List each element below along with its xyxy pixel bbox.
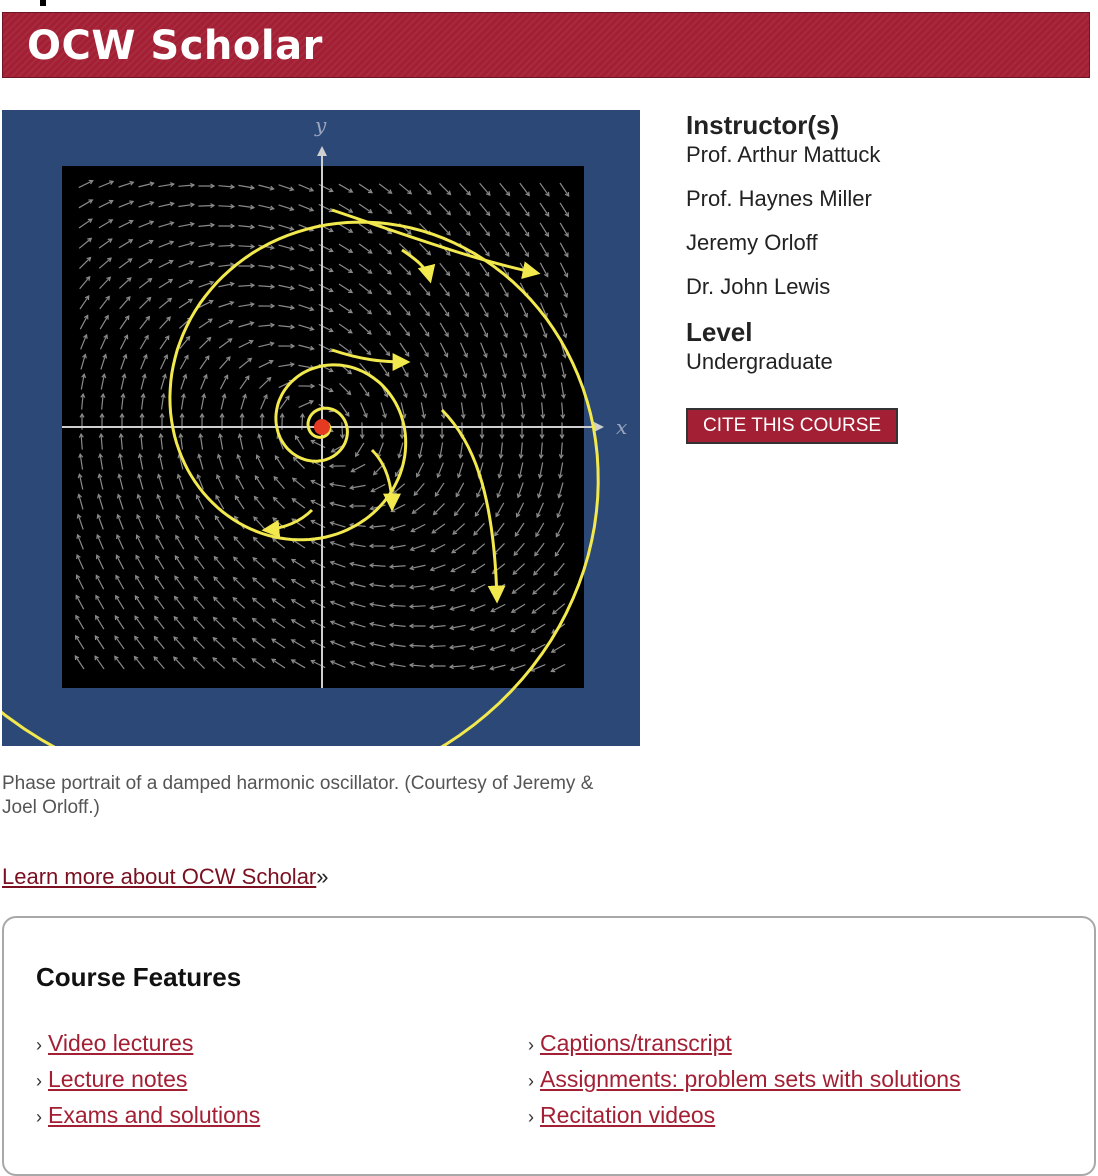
instructor-name: Jeremy Orloff [686,229,1086,256]
feature-item: › Video lectures [36,1026,260,1062]
field-arrow [342,422,343,438]
features-column-left: › Video lectures › Lecture notes › Exams an… [36,1026,260,1134]
learn-more-link[interactable]: Learn more about OCW Scholar [2,864,316,889]
instructor-name: Prof. Arthur Mattuck [686,141,1086,168]
feature-item: › Lecture notes [36,1062,260,1098]
feature-link-exams[interactable]: Exams and solutions [48,1102,260,1128]
top-edge-mark [40,0,46,6]
field-arrow [430,646,446,647]
course-features-box: Course Features › Video lectures › Lecture… [2,916,1096,1176]
feature-link-captions[interactable]: Captions/transcript [540,1030,732,1056]
phase-portrait-image: x y [2,110,640,746]
learn-more-suffix: » [316,864,328,889]
chevron-right-icon: › [528,1107,534,1127]
feature-link-lecture-notes[interactable]: Lecture notes [48,1066,187,1092]
chevron-right-icon: › [36,1071,42,1091]
equilibrium-point [314,419,330,435]
instructor-name: Prof. Haynes Miller [686,185,1086,212]
feature-link-recitation[interactable]: Recitation videos [540,1102,715,1128]
course-info-sidebar: Instructor(s) Prof. Arthur Mattuck Prof.… [686,110,1086,444]
field-arrow [390,605,406,606]
feature-item: › Captions/transcript [528,1026,961,1062]
y-axis-label: y [314,113,327,137]
chevron-right-icon: › [528,1035,534,1055]
feature-item: › Recitation videos [528,1098,961,1134]
level-value: Undergraduate [686,348,1086,375]
field-arrow [198,205,214,206]
instructor-name: Dr. John Lewis [686,273,1086,300]
field-arrow [218,206,234,207]
feature-item: › Assignments: problem sets with solution… [528,1062,961,1098]
feature-item: › Exams and solutions [36,1098,260,1134]
ocw-scholar-banner: OCW Scholar [2,12,1090,78]
level-heading: Level [686,317,1086,348]
chevron-right-icon: › [36,1035,42,1055]
cite-course-button[interactable]: CITE THIS COURSE [686,408,898,444]
field-arrow [410,645,426,646]
feature-link-video-lectures[interactable]: Video lectures [48,1030,193,1056]
instructors-heading: Instructor(s) [686,110,1086,141]
chevron-right-icon: › [36,1107,42,1127]
learn-more: Learn more about OCW Scholar» [2,864,329,890]
course-features-heading: Course Features [36,962,241,993]
field-arrow [218,245,234,246]
feature-link-assignments[interactable]: Assignments: problem sets with solutions [540,1066,961,1092]
x-axis-label: x [616,415,627,439]
banner-title: OCW Scholar [27,23,323,69]
figure-caption: Phase portrait of a damped harmonic osci… [2,772,622,820]
chevron-right-icon: › [528,1071,534,1091]
phase-portrait-figure: x y [2,110,640,746]
features-column-right: › Captions/transcript › Assignments: probl… [528,1026,961,1134]
